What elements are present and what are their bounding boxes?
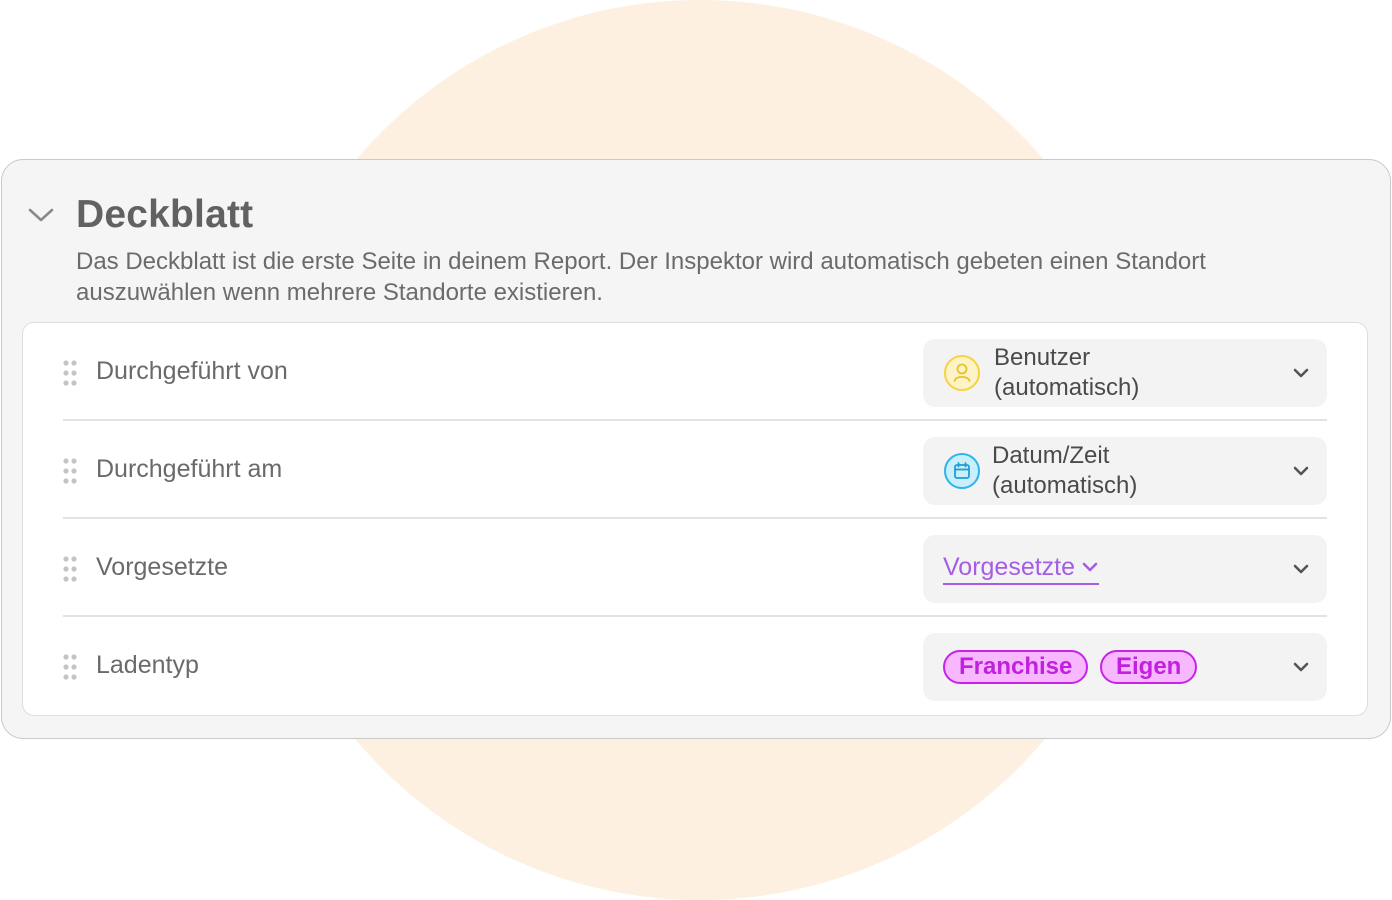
fields-panel: Durchgeführt von Benutzer (automatisch) … bbox=[22, 322, 1368, 716]
field-label: Ladentyp bbox=[96, 651, 199, 679]
section-title: Deckblatt bbox=[76, 193, 254, 236]
field-row-performed-at: Durchgeführt am Datum/Zeit (automatisch) bbox=[23, 421, 1367, 519]
chevron-down-icon bbox=[1082, 562, 1098, 572]
drag-handle-icon[interactable] bbox=[62, 457, 78, 485]
field-label: Durchgeführt am bbox=[96, 455, 283, 483]
chevron-down-icon bbox=[1293, 368, 1309, 378]
field-row-store-type: Ladentyp Franchise Eigen bbox=[23, 617, 1367, 715]
drag-handle-icon[interactable] bbox=[62, 653, 78, 681]
chevron-down-icon bbox=[1293, 466, 1309, 476]
chevron-down-icon bbox=[28, 208, 54, 222]
select-value-line1: Datum/Zeit bbox=[992, 442, 1110, 469]
user-icon bbox=[944, 355, 980, 391]
select-value-line1: Benutzer bbox=[994, 344, 1091, 371]
drag-handle-icon[interactable] bbox=[62, 555, 78, 583]
tag-eigen[interactable]: Eigen bbox=[1100, 650, 1198, 684]
response-type-select[interactable]: Datum/Zeit (automatisch) bbox=[923, 437, 1327, 505]
section-description: Das Deckblatt ist die erste Seite in dei… bbox=[76, 248, 1206, 306]
chevron-down-icon bbox=[1293, 662, 1309, 672]
field-row-performed-by: Durchgeführt von Benutzer (automatisch) bbox=[23, 323, 1367, 421]
select-value-line2: (automatisch) bbox=[992, 472, 1138, 499]
select-value-line2: (automatisch) bbox=[994, 374, 1140, 401]
chevron-down-icon bbox=[1293, 564, 1309, 574]
supervisors-dropdown-link[interactable]: Vorgesetzte bbox=[943, 552, 1100, 585]
field-label: Vorgesetzte bbox=[96, 553, 229, 581]
response-type-select[interactable]: Benutzer (automatisch) bbox=[923, 339, 1327, 407]
response-type-select[interactable]: Vorgesetzte bbox=[923, 535, 1327, 603]
drag-handle-icon[interactable] bbox=[62, 359, 78, 387]
collapse-toggle[interactable] bbox=[26, 200, 56, 230]
field-row-supervisors: Vorgesetzte Vorgesetzte bbox=[23, 519, 1367, 617]
calendar-icon bbox=[944, 453, 980, 489]
response-type-select[interactable]: Franchise Eigen bbox=[923, 633, 1327, 701]
field-label: Durchgeführt von bbox=[96, 357, 288, 385]
tag-franchise[interactable]: Franchise bbox=[943, 650, 1089, 684]
dropdown-link-label: Vorgesetzte bbox=[943, 553, 1076, 581]
